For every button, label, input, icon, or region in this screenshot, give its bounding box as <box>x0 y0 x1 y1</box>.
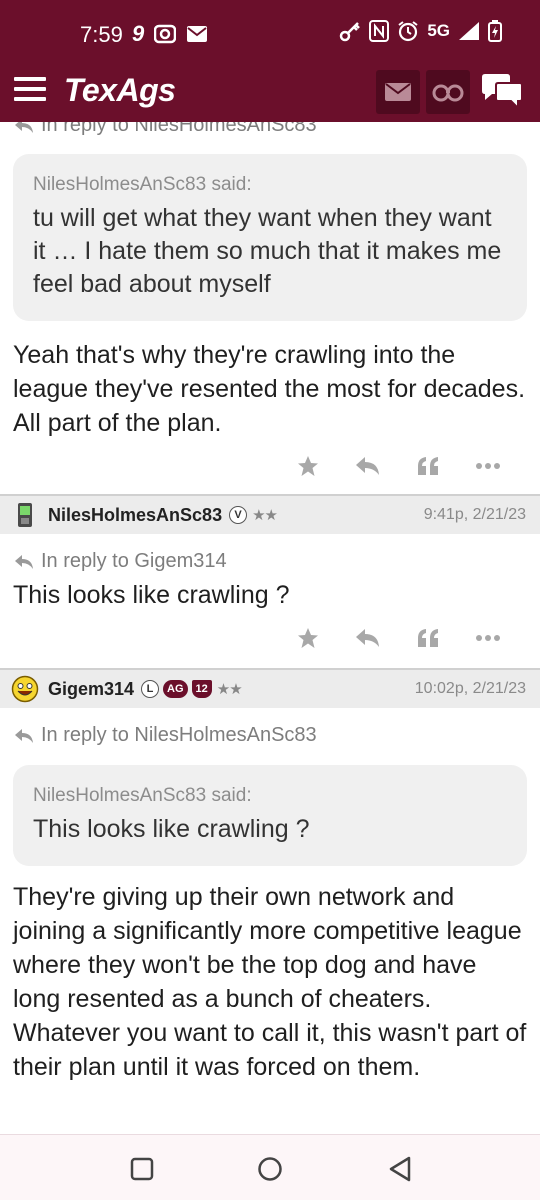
smiley-avatar-icon <box>11 675 39 703</box>
reply-to-text: In reply to Gigem314 <box>41 550 227 572</box>
quote-button[interactable] <box>398 448 458 484</box>
reply-icon <box>356 629 379 647</box>
texags-logo[interactable]: TexAgs <box>64 72 176 109</box>
reply-icon <box>356 457 379 475</box>
username[interactable]: Gigem314 <box>48 679 134 700</box>
home-button[interactable] <box>256 1155 284 1183</box>
reply-to-link[interactable]: In reply to Gigem314 <box>0 550 227 573</box>
mail-notification-icon <box>186 25 208 43</box>
quote-block: NilesHolmesAnSc83 said: tu will get what… <box>13 154 527 321</box>
back-icon <box>389 1156 411 1182</box>
star-icon <box>298 628 318 648</box>
app-9-icon: 9 <box>132 21 145 46</box>
key-icon <box>339 20 361 42</box>
signal-icon <box>458 21 480 41</box>
reply-to-text: In reply to NilesHolmesAnSc83 <box>41 724 317 746</box>
thread-content: In reply to NilesHolmesAnSc83 NilesHolme… <box>0 122 540 1134</box>
camera-notification-icon <box>154 24 177 44</box>
menu-icon[interactable] <box>14 77 46 103</box>
quote-author: NilesHolmesAnSc83 said: <box>33 174 252 195</box>
reply-arrow-icon <box>15 554 33 569</box>
post-body: Yeah that's why they're crawling into th… <box>13 341 526 437</box>
alarm-icon <box>397 20 419 42</box>
quote-text: tu will get what they want when they wan… <box>33 204 502 298</box>
twelfth-man-badge: 12 <box>191 680 212 698</box>
binoculars-icon <box>432 84 464 102</box>
messages-button[interactable] <box>376 70 420 114</box>
reply-to-link[interactable]: In reply to NilesHolmesAnSc83 <box>0 724 317 747</box>
quote-text: This looks like crawling ? <box>33 815 310 843</box>
system-nav-bar <box>0 1134 540 1200</box>
more-options-button[interactable] <box>458 620 518 656</box>
status-time: 7:59 <box>80 22 123 47</box>
watch-list-button[interactable] <box>426 70 470 114</box>
star-icon <box>298 456 318 476</box>
star-button[interactable] <box>278 620 338 656</box>
chat-bubbles-icon <box>482 74 523 111</box>
level-badge: L <box>141 680 160 698</box>
status-bar: 7:59 9 5G <box>0 0 540 60</box>
app-header: TexAgs <box>0 60 540 122</box>
reply-button[interactable] <box>338 620 398 656</box>
nfc-icon <box>369 20 390 42</box>
ellipsis-icon <box>476 635 500 641</box>
mail-icon <box>385 83 411 101</box>
post-header: NilesHolmesAnSc83 V ★★ 9:41p, 2/21/23 <box>0 494 540 534</box>
verified-badge: V <box>229 506 248 524</box>
quote-author: NilesHolmesAnSc83 said: <box>33 785 252 806</box>
ellipsis-icon <box>476 463 500 469</box>
quote-icon <box>418 629 438 647</box>
star-button[interactable] <box>278 448 338 484</box>
chat-button[interactable] <box>478 70 526 114</box>
reply-to-text: In reply to NilesHolmesAnSc83 <box>41 122 317 136</box>
username[interactable]: NilesHolmesAnSc83 <box>48 505 222 526</box>
post-timestamp[interactable]: 9:41p, 2/21/23 <box>424 506 526 524</box>
post-timestamp[interactable]: 10:02p, 2/21/23 <box>415 680 526 698</box>
post-actions <box>278 448 518 484</box>
reply-arrow-icon <box>15 728 33 743</box>
recents-icon <box>130 1157 154 1181</box>
post-actions <box>278 620 518 656</box>
avatar[interactable] <box>10 674 40 704</box>
post-header: Gigem314 L AG 12 ★★ 10:02p, 2/21/23 <box>0 668 540 708</box>
battery-charging-icon <box>488 20 502 42</box>
home-icon <box>258 1157 282 1181</box>
phone-avatar-icon <box>18 503 32 527</box>
user-stars: ★★ <box>216 681 243 698</box>
user-stars: ★★ <box>252 507 278 524</box>
network-type: 5G <box>427 21 450 40</box>
reply-to-link[interactable]: In reply to NilesHolmesAnSc83 <box>0 122 317 137</box>
post-body: This looks like crawling ? <box>13 581 290 609</box>
avatar[interactable] <box>10 500 40 530</box>
reply-button[interactable] <box>338 448 398 484</box>
recents-button[interactable] <box>128 1155 156 1183</box>
quote-block: NilesHolmesAnSc83 said: This looks like … <box>13 765 527 866</box>
post-body: They're giving up their own network and … <box>13 883 527 1081</box>
quote-button[interactable] <box>398 620 458 656</box>
reply-arrow-icon <box>15 122 33 133</box>
quote-icon <box>418 457 438 475</box>
more-options-button[interactable] <box>458 448 518 484</box>
back-button[interactable] <box>386 1155 414 1183</box>
ag-badge: AG <box>163 680 188 698</box>
